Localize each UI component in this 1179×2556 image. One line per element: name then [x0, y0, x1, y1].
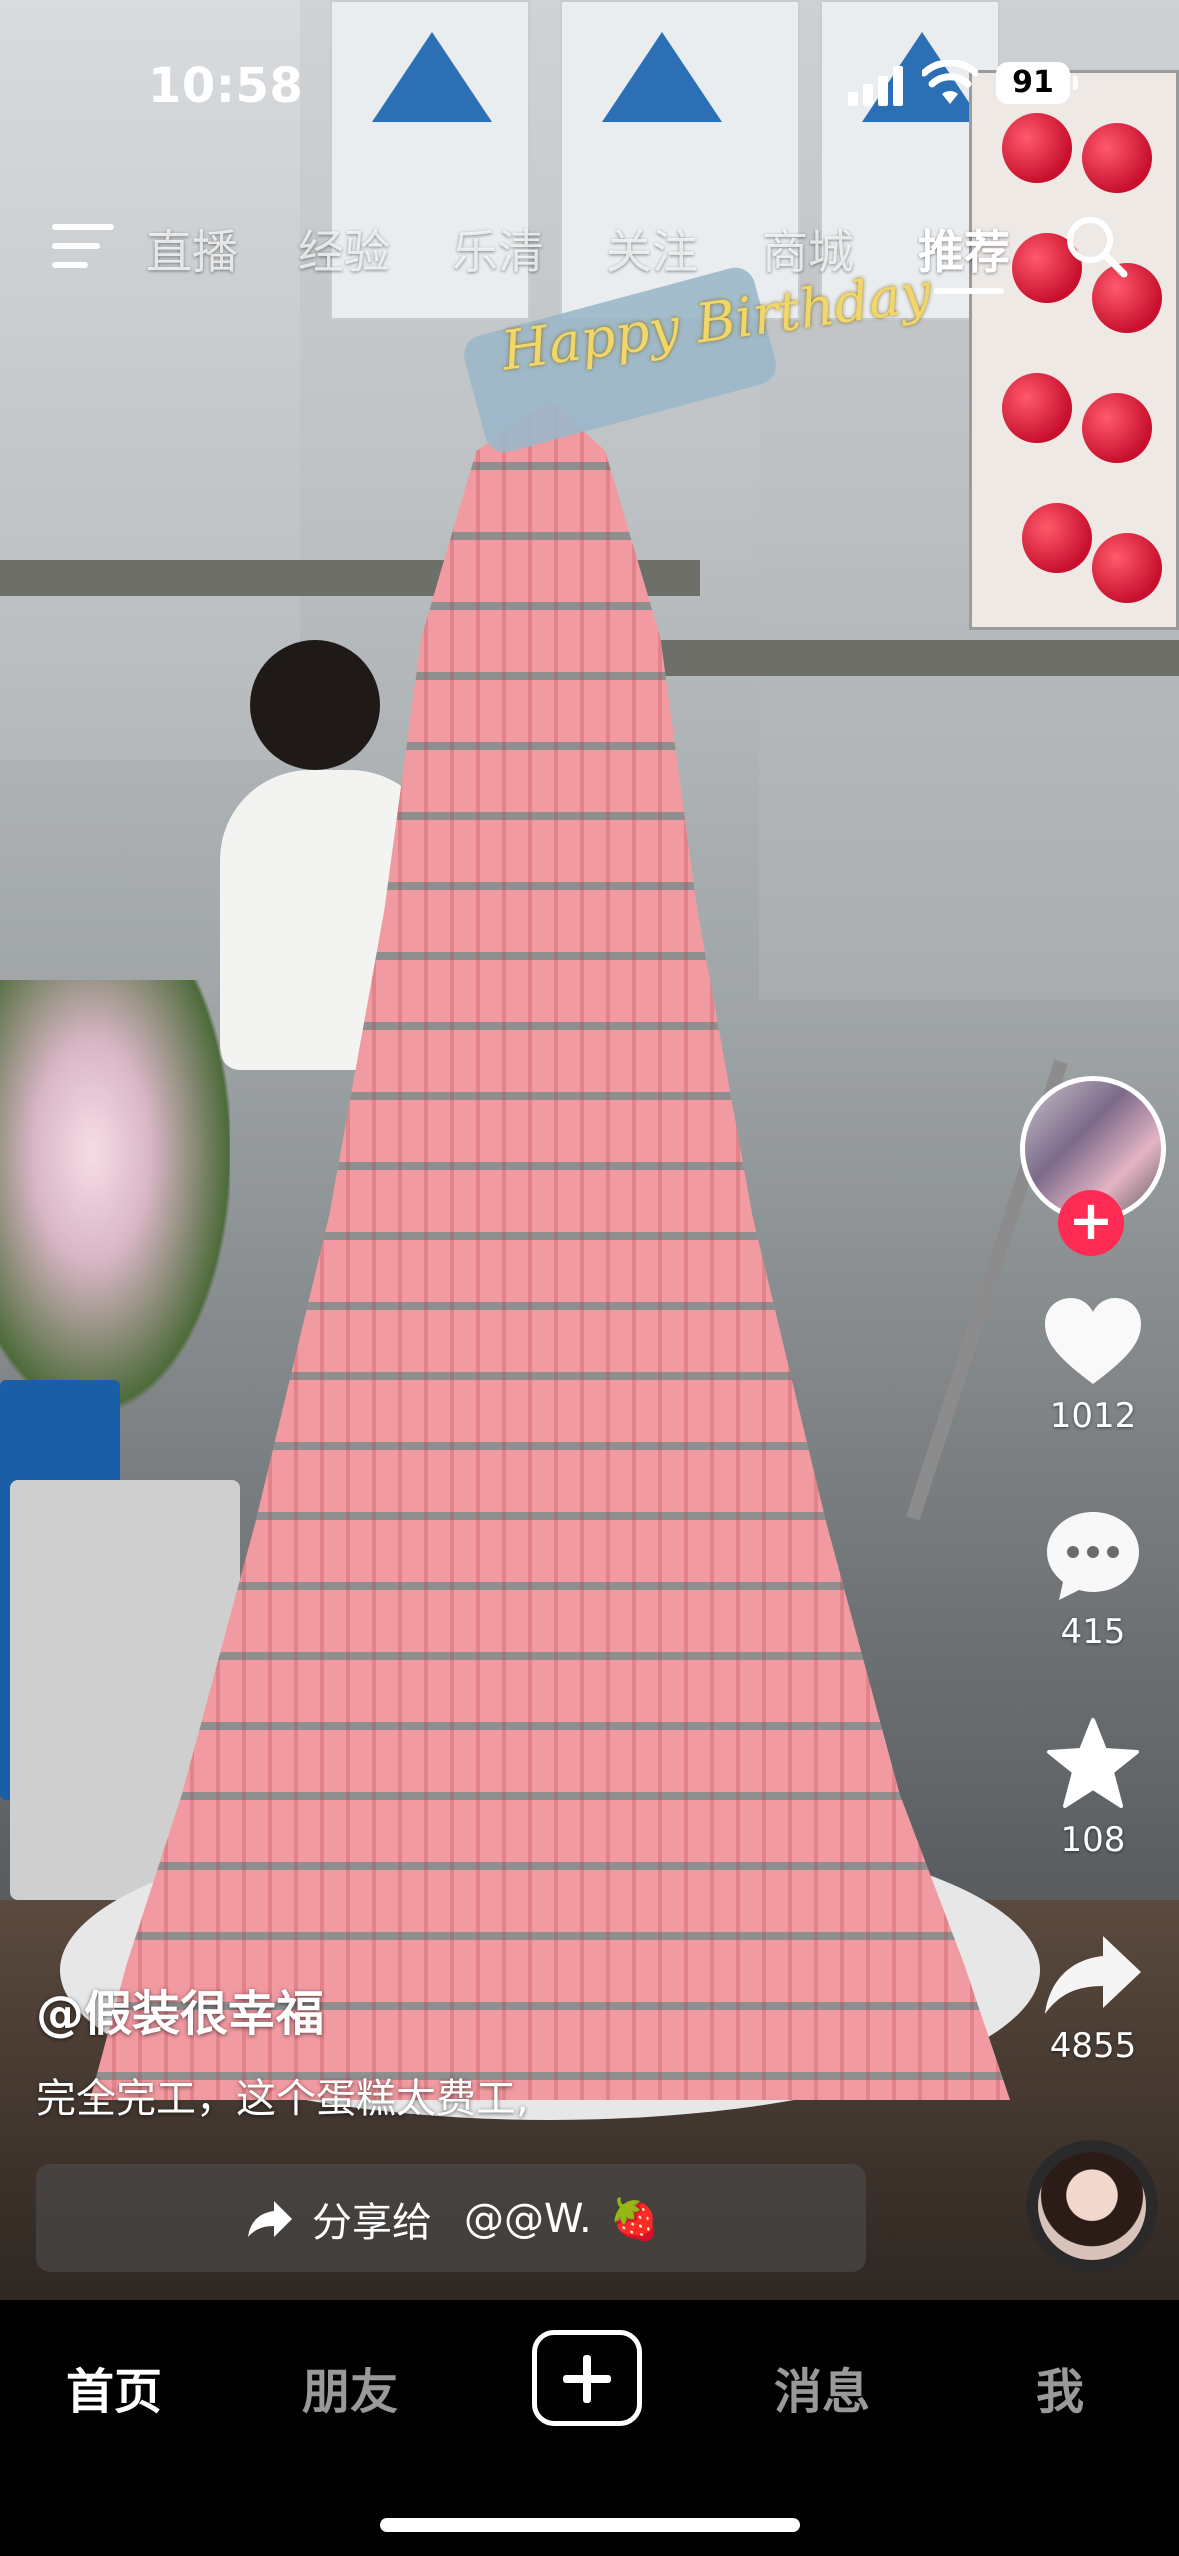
video-frame[interactable]: Happy Birthday	[0, 0, 1179, 2300]
tab-messages[interactable]: 消息	[774, 2352, 870, 2422]
person-head	[250, 640, 380, 770]
home-indicator	[380, 2518, 800, 2532]
share-button[interactable]: 4855	[1030, 1932, 1156, 2066]
tab-following[interactable]: 关注	[606, 216, 698, 282]
share-target: @@W.	[464, 2196, 592, 2242]
share-icon	[1045, 1936, 1141, 2014]
strawberry-icon: 🍓	[609, 2196, 660, 2243]
like-button[interactable]: 1012	[1030, 1296, 1156, 1436]
favorite-button[interactable]: 108	[1030, 1716, 1156, 1860]
tab-friends[interactable]: 朋友	[302, 2352, 398, 2422]
tab-experience[interactable]: 经验	[298, 216, 390, 282]
comment-count: 415	[1060, 1612, 1126, 1652]
active-tab-indicator	[934, 288, 1004, 294]
music-disc-avatar[interactable]	[1026, 2140, 1158, 2272]
tab-live[interactable]: 直播	[146, 216, 238, 282]
status-bar: 10:58 91	[0, 0, 1179, 150]
share-count: 4855	[1049, 2026, 1137, 2066]
anthurium-flower	[1002, 373, 1072, 443]
tab-recommended[interactable]: 推荐	[918, 216, 1010, 282]
lily-bouquet	[0, 980, 230, 1410]
top-nav: 直播 经验 乐清 关注 商城 推荐	[0, 200, 1179, 300]
share-arrow-icon	[248, 2201, 292, 2237]
follow-button[interactable]: +	[1058, 1190, 1124, 1256]
flower-panel	[969, 70, 1179, 630]
video-description[interactable]: 完全完工，这个蛋糕太费工,	[36, 2066, 529, 2124]
shelf	[600, 640, 1179, 676]
favorite-count: 108	[1060, 1820, 1126, 1860]
menu-icon[interactable]	[52, 222, 114, 270]
battery-icon: 91	[996, 62, 1078, 104]
cellular-signal-icon	[848, 66, 906, 106]
author-name[interactable]: @假装很幸福	[36, 1974, 324, 2044]
tab-local[interactable]: 乐清	[452, 216, 544, 282]
heart-icon	[1045, 1298, 1141, 1384]
tab-me[interactable]: 我	[1036, 2352, 1084, 2422]
anthurium-flower	[1092, 533, 1162, 603]
tab-home[interactable]: 首页	[66, 2352, 162, 2422]
tab-mall[interactable]: 商城	[762, 216, 854, 282]
comment-icon	[1047, 1512, 1139, 1600]
search-icon[interactable]	[1062, 212, 1130, 280]
bottom-nav: 首页 朋友 消息 我	[0, 2300, 1179, 2556]
share-label: 分享给	[312, 2200, 432, 2246]
status-time: 10:58	[148, 58, 304, 114]
anthurium-flower	[1022, 503, 1092, 573]
create-post-button[interactable]	[532, 2330, 642, 2426]
comment-button[interactable]: 415	[1030, 1508, 1156, 1652]
wifi-icon	[922, 60, 978, 104]
star-icon	[1047, 1718, 1139, 1808]
anthurium-flower	[1082, 393, 1152, 463]
share-to-bar[interactable]: 分享给 @@W. 🍓	[36, 2164, 866, 2272]
like-count: 1012	[1049, 1396, 1137, 1436]
